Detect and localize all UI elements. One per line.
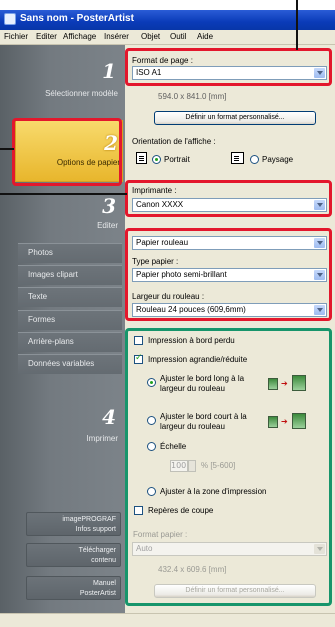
step-number: 4 <box>102 405 116 429</box>
step-select-template[interactable]: 1 Sélectionner modèle <box>10 57 122 101</box>
nav-shapes[interactable]: Formes <box>18 310 122 330</box>
nav-label: Photos <box>28 248 53 257</box>
landscape-icon <box>231 152 244 164</box>
menu-view[interactable]: Affichage <box>63 32 96 41</box>
nav-photos[interactable]: Photos <box>18 243 122 263</box>
nav-variable-data[interactable]: Données variables <box>18 354 122 374</box>
nav-label: Formes <box>28 315 56 324</box>
title-bar: Sans nom - PosterArtist <box>0 10 335 30</box>
nav-text[interactable]: Texte <box>18 287 122 307</box>
highlight-paper-options-step <box>12 118 122 186</box>
step-label: Sélectionner modèle <box>45 89 118 98</box>
app-icon <box>4 13 16 25</box>
manual-button[interactable]: Manuel PosterArtist <box>26 576 121 600</box>
menu-object[interactable]: Objet <box>141 32 160 41</box>
menu-insert[interactable]: Insérer <box>104 32 129 41</box>
portrait-radio[interactable] <box>152 155 161 164</box>
button-line2: Infos support <box>75 526 116 533</box>
menu-edit[interactable]: Editer <box>36 32 57 41</box>
button-label: Définir un format personnalisé... <box>185 114 285 121</box>
highlight-page-format <box>125 48 332 86</box>
step-print[interactable]: 4 Imprimer <box>10 401 122 451</box>
step-number: 1 <box>102 59 116 83</box>
button-line2: PosterArtist <box>79 590 116 597</box>
nav-label: Arrière-plans <box>28 337 74 346</box>
imageprograf-info-button[interactable]: imagePROGRAF Infos support <box>26 512 121 536</box>
landscape-radio[interactable] <box>250 155 259 164</box>
step-label: Imprimer <box>86 434 118 443</box>
callout-line <box>0 193 127 195</box>
button-line2: contenu <box>91 557 116 564</box>
define-custom-format-button[interactable]: Définir un format personnalisé... <box>154 111 316 125</box>
menu-tools[interactable]: Outil <box>170 32 186 41</box>
landscape-label: Paysage <box>262 155 294 164</box>
menu-help[interactable]: Aide <box>197 32 213 41</box>
window-title: Sans nom - PosterArtist <box>20 13 134 24</box>
nav-label: Texte <box>28 292 48 301</box>
menu-file[interactable]: Fichier <box>4 32 28 41</box>
nav-backgrounds[interactable]: Arrière-plans <box>18 332 122 352</box>
button-line1: imagePROGRAF <box>62 516 116 523</box>
status-bar <box>0 613 335 627</box>
portrait-icon <box>136 152 147 164</box>
portrait-label: Portrait <box>164 155 190 164</box>
nav-label: Données variables <box>28 359 95 368</box>
nav-clipart[interactable]: Images clipart <box>18 265 122 285</box>
highlight-paper-settings <box>125 228 332 321</box>
step-number: 3 <box>102 194 116 218</box>
callout-line <box>0 148 14 150</box>
step-label: Editer <box>97 221 118 230</box>
button-line1: Télécharger <box>78 547 116 554</box>
button-line1: Manuel <box>93 580 116 587</box>
orientation-label: Orientation de l'affiche : <box>132 137 216 146</box>
page-size-readout: 594.0 x 841.0 [mm] <box>158 92 227 101</box>
download-content-button[interactable]: Télécharger contenu <box>26 543 121 567</box>
callout-line <box>296 0 298 50</box>
menu-bar: Fichier Editer Affichage Insérer Objet O… <box>0 30 335 45</box>
highlight-print-options <box>125 328 332 606</box>
highlight-printer <box>125 180 332 217</box>
step-edit[interactable]: 3 Editer <box>10 192 122 236</box>
nav-label: Images clipart <box>28 270 78 279</box>
